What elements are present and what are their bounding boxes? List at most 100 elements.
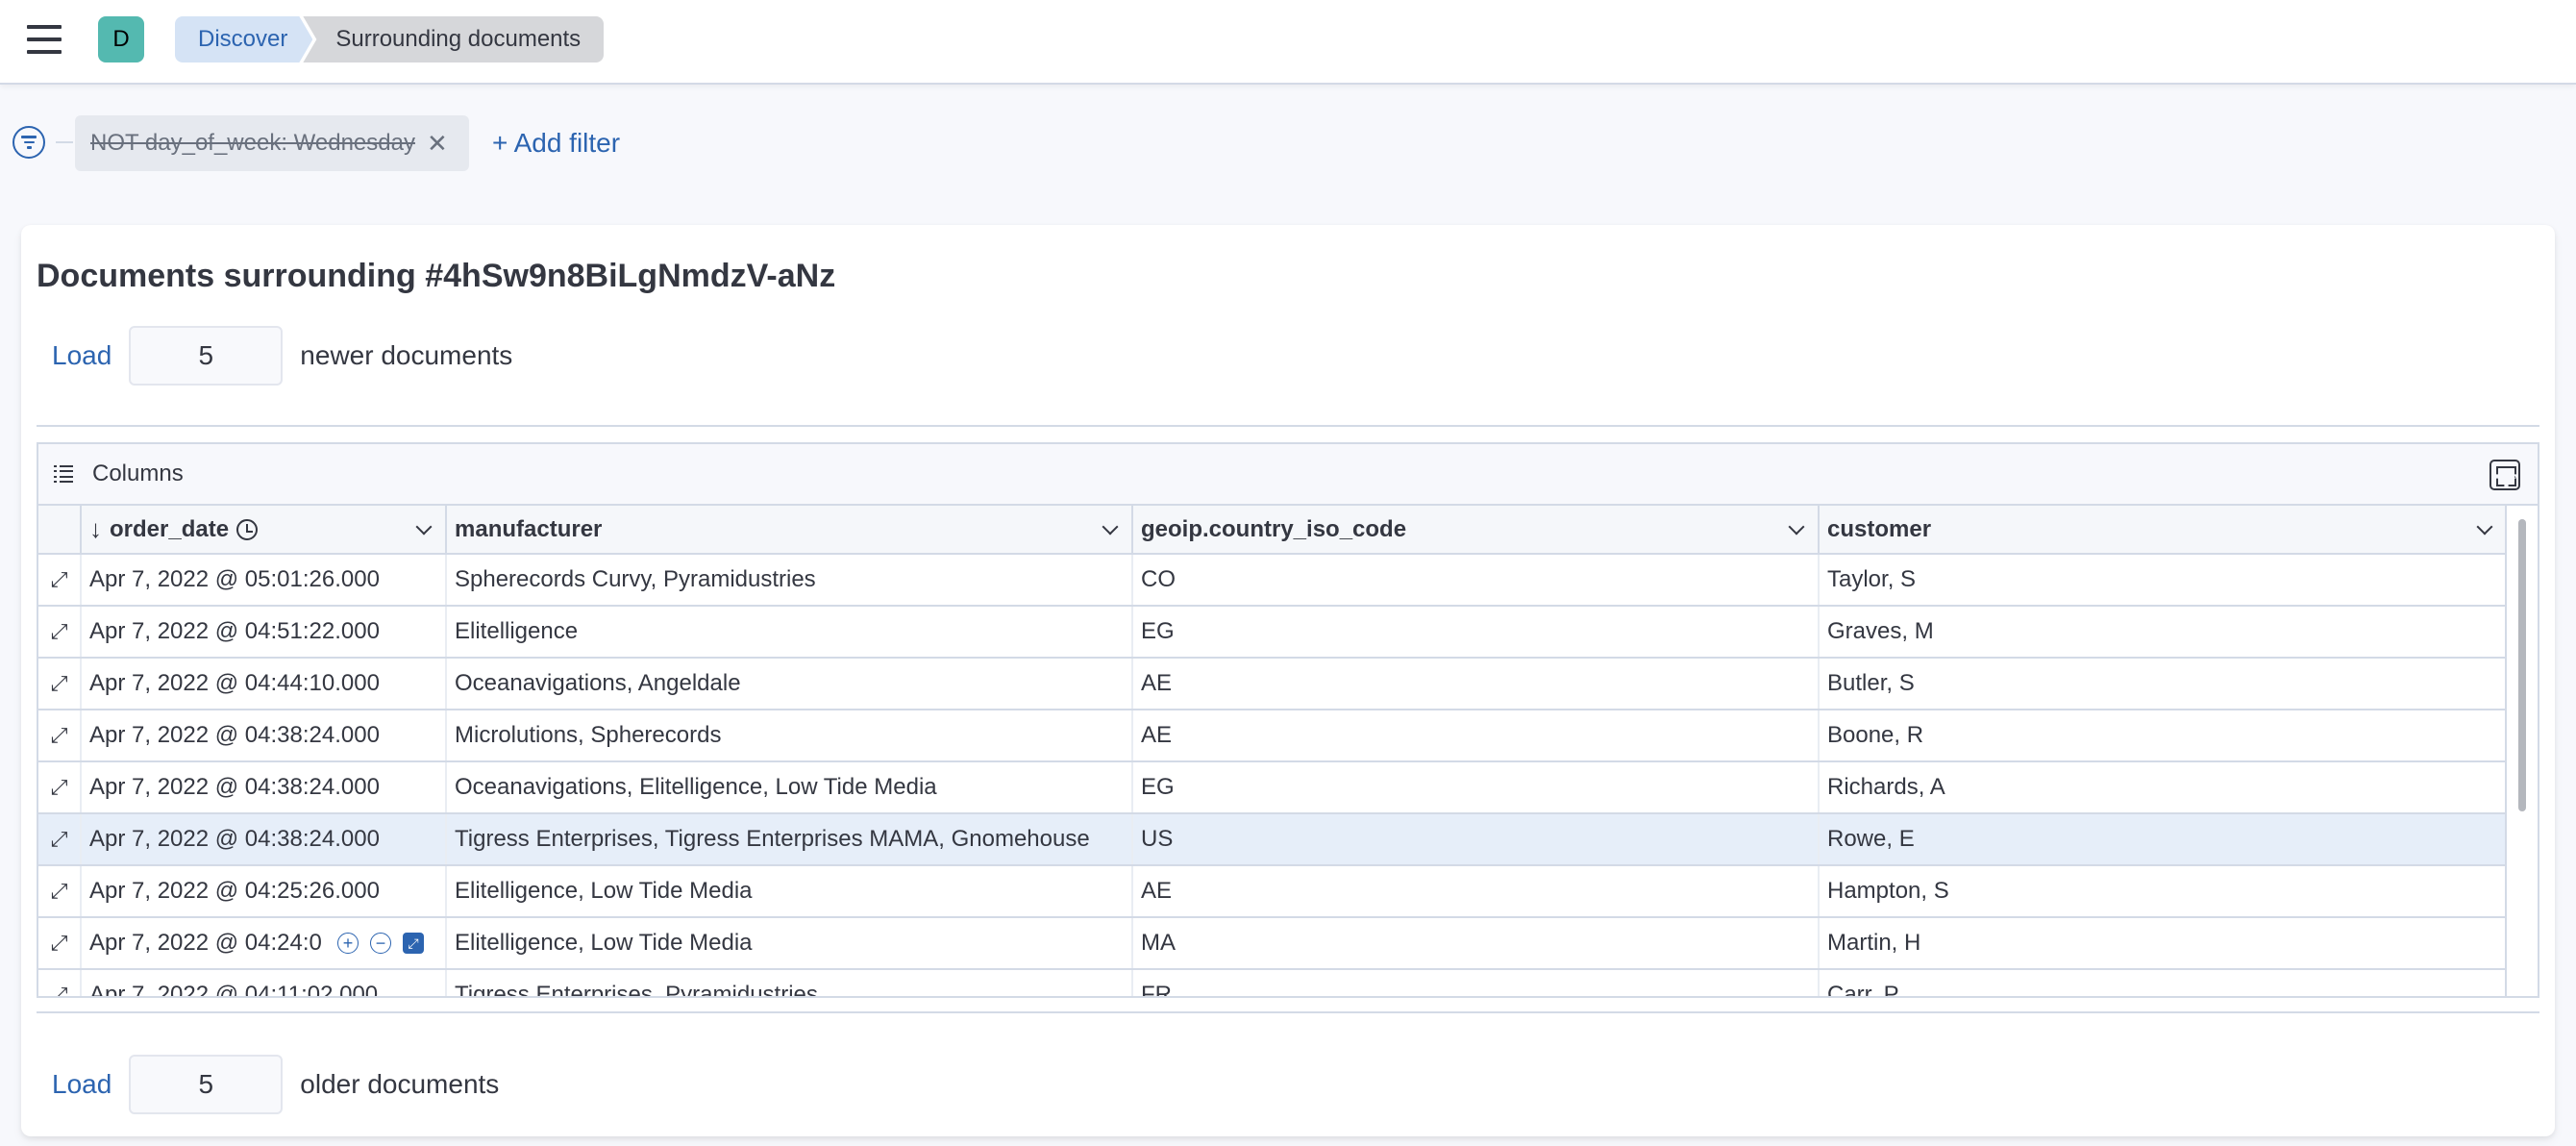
expand-cell: ⤢ — [38, 658, 82, 710]
cell-value: Spherecords Curvy, Pyramidustries — [455, 566, 816, 592]
cell-customer[interactable]: Martin, H — [1819, 917, 2507, 970]
hamburger-menu-icon[interactable] — [27, 25, 62, 54]
cell-manufacturer[interactable]: Microlutions, Spherecords — [446, 710, 1133, 762]
columns-button[interactable]: Columns — [54, 461, 184, 487]
chevron-down-icon[interactable] — [2476, 518, 2493, 535]
add-filter-button[interactable]: + Add filter — [492, 123, 620, 163]
expand-document-icon[interactable]: ⤢ — [51, 931, 68, 956]
filter-out-value-icon[interactable]: − — [370, 933, 391, 955]
breadcrumb-discover[interactable]: Discover — [175, 16, 312, 62]
cell-customer[interactable]: Butler, S — [1819, 658, 2507, 710]
filter-connector — [56, 141, 73, 143]
cell-order-date[interactable]: Apr 7, 2022 @ 04:38:24.000 — [81, 761, 447, 814]
breadcrumb-surrounding-documents: Surrounding documents — [303, 16, 605, 62]
cell-manufacturer[interactable]: Oceanavigations, Elitelligence, Low Tide… — [446, 761, 1133, 814]
cell-order-date[interactable]: Apr 7, 2022 @ 04:11:02.000 — [81, 969, 447, 996]
cell-order-date[interactable]: Apr 7, 2022 @ 04:24:0 + − ⤢ — [81, 917, 447, 970]
column-header-manufacturer[interactable]: manufacturer — [446, 506, 1133, 555]
cell-order-date[interactable]: Apr 7, 2022 @ 04:51:22.000 — [81, 606, 447, 659]
breadcrumb: Discover Surrounding documents — [175, 16, 605, 62]
expand-cell: ⤢ — [38, 917, 82, 970]
cell-order-date[interactable]: Apr 7, 2022 @ 05:01:26.000 — [81, 554, 447, 607]
expand-document-icon[interactable]: ⤢ — [51, 775, 68, 800]
cell-value: Richards, A — [1827, 774, 1945, 800]
filter-pill-label: NOT day_of_week: Wednesday — [90, 130, 415, 156]
newer-count-input[interactable] — [129, 326, 284, 386]
table-row: ⤢ Apr 7, 2022 @ 04:11:02.000 Tigress Enter… — [38, 969, 2507, 998]
grid-body: ↓ order_date manufacturer geoip.country_… — [38, 506, 2507, 998]
cell-customer[interactable]: Taylor, S — [1819, 554, 2507, 607]
cell-customer[interactable]: Boone, R — [1819, 710, 2507, 762]
cell-value: Graves, M — [1827, 618, 1934, 644]
cell-customer[interactable]: Richards, A — [1819, 761, 2507, 814]
cell-value: Butler, S — [1827, 670, 1915, 696]
cell-value: Carr, P — [1827, 982, 1899, 998]
column-header-customer[interactable]: customer — [1819, 506, 2507, 555]
cell-country[interactable]: AE — [1132, 710, 1820, 762]
expand-cell: ⤢ — [38, 761, 82, 814]
clock-icon — [236, 518, 259, 540]
cell-order-date[interactable]: Apr 7, 2022 @ 04:38:24.000 — [81, 813, 447, 866]
sort-descending-icon[interactable]: ↓ — [89, 514, 102, 544]
cell-actions: + − ⤢ — [337, 933, 424, 955]
expand-cell: ⤢ — [38, 865, 82, 918]
cell-country[interactable]: AE — [1132, 658, 1820, 710]
cell-order-date[interactable]: Apr 7, 2022 @ 04:38:24.000 — [81, 710, 447, 762]
expand-document-icon[interactable]: ⤢ — [51, 723, 68, 748]
cell-value: CO — [1141, 566, 1176, 592]
cell-value: Apr 7, 2022 @ 04:38:24.000 — [89, 826, 380, 852]
chevron-down-icon[interactable] — [415, 518, 433, 535]
cell-order-date[interactable]: Apr 7, 2022 @ 04:25:26.000 — [81, 865, 447, 918]
cell-customer[interactable]: Graves, M — [1819, 606, 2507, 659]
cell-customer[interactable]: Hampton, S — [1819, 865, 2507, 918]
cell-manufacturer[interactable]: Spherecords Curvy, Pyramidustries — [446, 554, 1133, 607]
cell-country[interactable]: AE — [1132, 865, 1820, 918]
filter-pill[interactable]: NOT day_of_week: Wednesday ✕ — [75, 115, 469, 171]
cell-manufacturer[interactable]: Elitelligence — [446, 606, 1133, 659]
cell-value: AE — [1141, 878, 1173, 904]
cell-country[interactable]: FR — [1132, 969, 1820, 996]
expand-document-icon[interactable]: ⤢ — [51, 879, 68, 904]
cell-customer[interactable]: Carr, P — [1819, 969, 2507, 998]
cell-country[interactable]: MA — [1132, 917, 1820, 970]
load-newer-button[interactable]: Load — [52, 340, 111, 371]
cell-order-date[interactable]: Apr 7, 2022 @ 04:44:10.000 — [81, 658, 447, 710]
vertical-scrollbar[interactable] — [2505, 506, 2538, 996]
header-row: ↓ order_date manufacturer geoip.country_… — [38, 506, 2507, 555]
space-avatar[interactable]: D — [98, 16, 144, 62]
cell-country[interactable]: EG — [1132, 606, 1820, 659]
filter-for-value-icon[interactable]: + — [337, 933, 359, 955]
cell-value: Tigress Enterprises, Tigress Enterprises… — [455, 826, 1090, 852]
cell-country[interactable]: US — [1132, 813, 1820, 866]
expand-document-icon[interactable]: ⤢ — [51, 619, 68, 644]
fullscreen-icon[interactable] — [2489, 460, 2520, 490]
expand-document-icon[interactable]: ⤢ — [51, 827, 68, 852]
cell-manufacturer[interactable]: Tigress Enterprises, Pyramidustries — [446, 969, 1133, 996]
expand-document-icon[interactable]: ⤢ — [51, 567, 68, 592]
cell-country[interactable]: CO — [1132, 554, 1820, 607]
cell-manufacturer[interactable]: Elitelligence, Low Tide Media — [446, 917, 1133, 970]
expand-document-icon[interactable]: ⤢ — [51, 983, 68, 996]
chevron-down-icon[interactable] — [1788, 518, 1805, 535]
expand-document-icon[interactable]: ⤢ — [51, 671, 68, 696]
scrollbar-thumb[interactable] — [2518, 519, 2526, 811]
cell-value: Apr 7, 2022 @ 04:25:26.000 — [89, 878, 380, 904]
cell-manufacturer[interactable]: Oceanavigations, Angeldale — [446, 658, 1133, 710]
cell-customer[interactable]: Rowe, E — [1819, 813, 2507, 866]
cell-value: US — [1141, 826, 1174, 852]
load-older-button[interactable]: Load — [52, 1069, 111, 1100]
column-header-country[interactable]: geoip.country_iso_code — [1132, 506, 1820, 555]
close-icon[interactable]: ✕ — [427, 129, 448, 159]
cell-value: Apr 7, 2022 @ 05:01:26.000 — [89, 566, 380, 592]
expand-cell: ⤢ — [38, 710, 82, 762]
cell-country[interactable]: EG — [1132, 761, 1820, 814]
cell-manufacturer[interactable]: Elitelligence, Low Tide Media — [446, 865, 1133, 918]
expand-cell-icon[interactable]: ⤢ — [403, 933, 424, 955]
older-count-input[interactable] — [129, 1055, 284, 1114]
chevron-down-icon[interactable] — [1102, 518, 1119, 535]
column-header-order-date[interactable]: ↓ order_date — [81, 506, 447, 555]
filter-icon[interactable] — [12, 126, 45, 159]
cell-manufacturer[interactable]: Tigress Enterprises, Tigress Enterprises… — [446, 813, 1133, 866]
documents-table: ↓ order_date manufacturer geoip.country_… — [38, 506, 2507, 998]
newer-documents-label: newer documents — [300, 340, 513, 370]
